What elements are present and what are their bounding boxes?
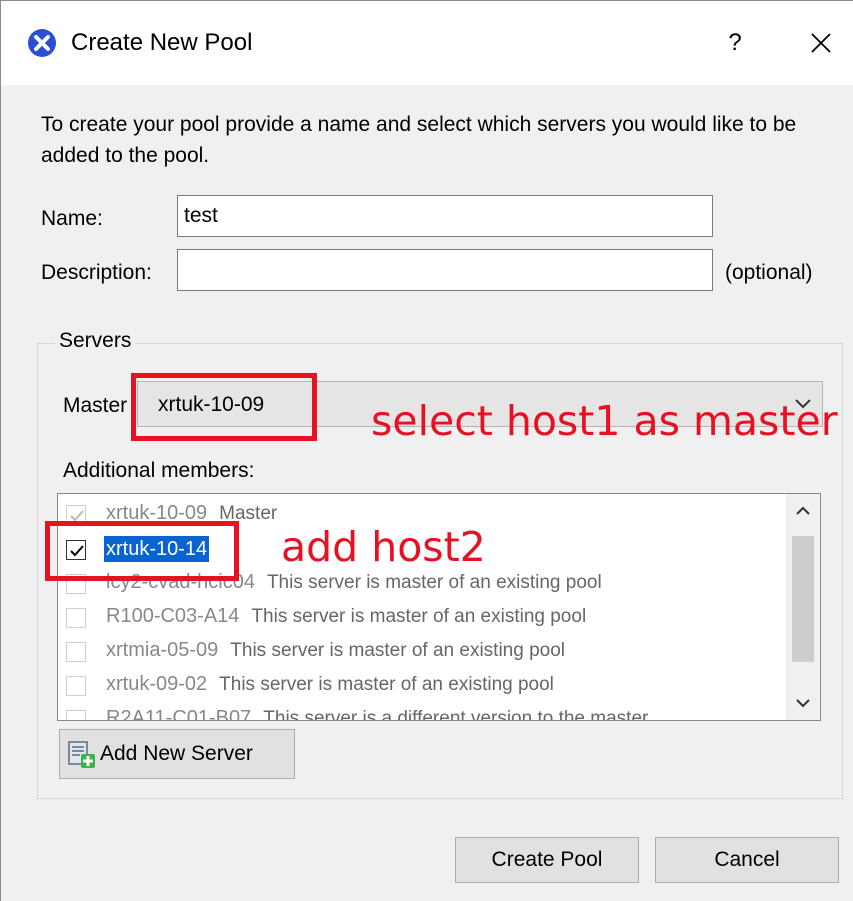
create-pool-button[interactable]: Create Pool [455, 837, 639, 883]
member-checkbox[interactable] [66, 710, 86, 720]
description-input[interactable] [177, 249, 713, 291]
add-server-icon [68, 741, 95, 768]
additional-members-label: Additional members: [63, 459, 255, 482]
scrollbar-thumb[interactable] [792, 536, 814, 662]
member-annotation-text: add host2 [281, 523, 486, 571]
close-icon [811, 33, 831, 53]
member-checkbox[interactable] [66, 676, 86, 696]
servers-group-label: Servers [55, 329, 136, 353]
list-item[interactable]: xrtuk-09-02 This server is master of an e… [58, 670, 786, 702]
scroll-down-button[interactable] [786, 686, 820, 720]
title-bar: Create New Pool ? [1, 1, 853, 85]
create-pool-dialog: Create New Pool ? To create your pool pr… [0, 0, 853, 901]
add-new-server-button[interactable]: Add New Server [59, 729, 295, 779]
chevron-up-icon [796, 506, 810, 515]
master-annotation-box [131, 373, 317, 441]
member-annotation-box [45, 521, 239, 581]
description-label: Description: [41, 261, 152, 284]
list-item[interactable]: xrtmia-05-09 This server is master of an … [58, 636, 786, 668]
scroll-up-button[interactable] [786, 494, 820, 528]
master-label: Master [63, 394, 128, 417]
intro-text: To create your pool provide a name and s… [41, 113, 797, 167]
member-name: xrtmia-05-09 This server is master of an … [106, 639, 566, 661]
dialog-title: Create New Pool [71, 29, 253, 56]
member-name: R100-C03-A14 This server is master of an … [106, 605, 587, 627]
list-item[interactable]: R2A11-C01-B07 This server is a different … [58, 704, 786, 721]
add-new-server-label: Add New Server [100, 742, 253, 765]
member-name: R2A11-C01-B07 This server is a different … [106, 707, 649, 721]
members-scrollbar[interactable] [786, 494, 820, 720]
xenserver-logo-icon [28, 29, 56, 57]
optional-label: (optional) [725, 261, 813, 284]
name-input[interactable]: test [177, 195, 713, 237]
name-label: Name: [41, 207, 103, 230]
member-checkbox[interactable] [66, 608, 86, 628]
cancel-button[interactable]: Cancel [655, 837, 839, 883]
member-checkbox[interactable] [66, 642, 86, 662]
chevron-down-icon [796, 699, 810, 708]
help-button[interactable]: ? [717, 23, 753, 63]
list-item[interactable]: R100-C03-A14 This server is master of an … [58, 602, 786, 634]
master-annotation-text: select host1 as master [371, 397, 838, 445]
close-button[interactable] [801, 23, 841, 63]
member-name: xrtuk-09-02 This server is master of an e… [106, 673, 554, 695]
